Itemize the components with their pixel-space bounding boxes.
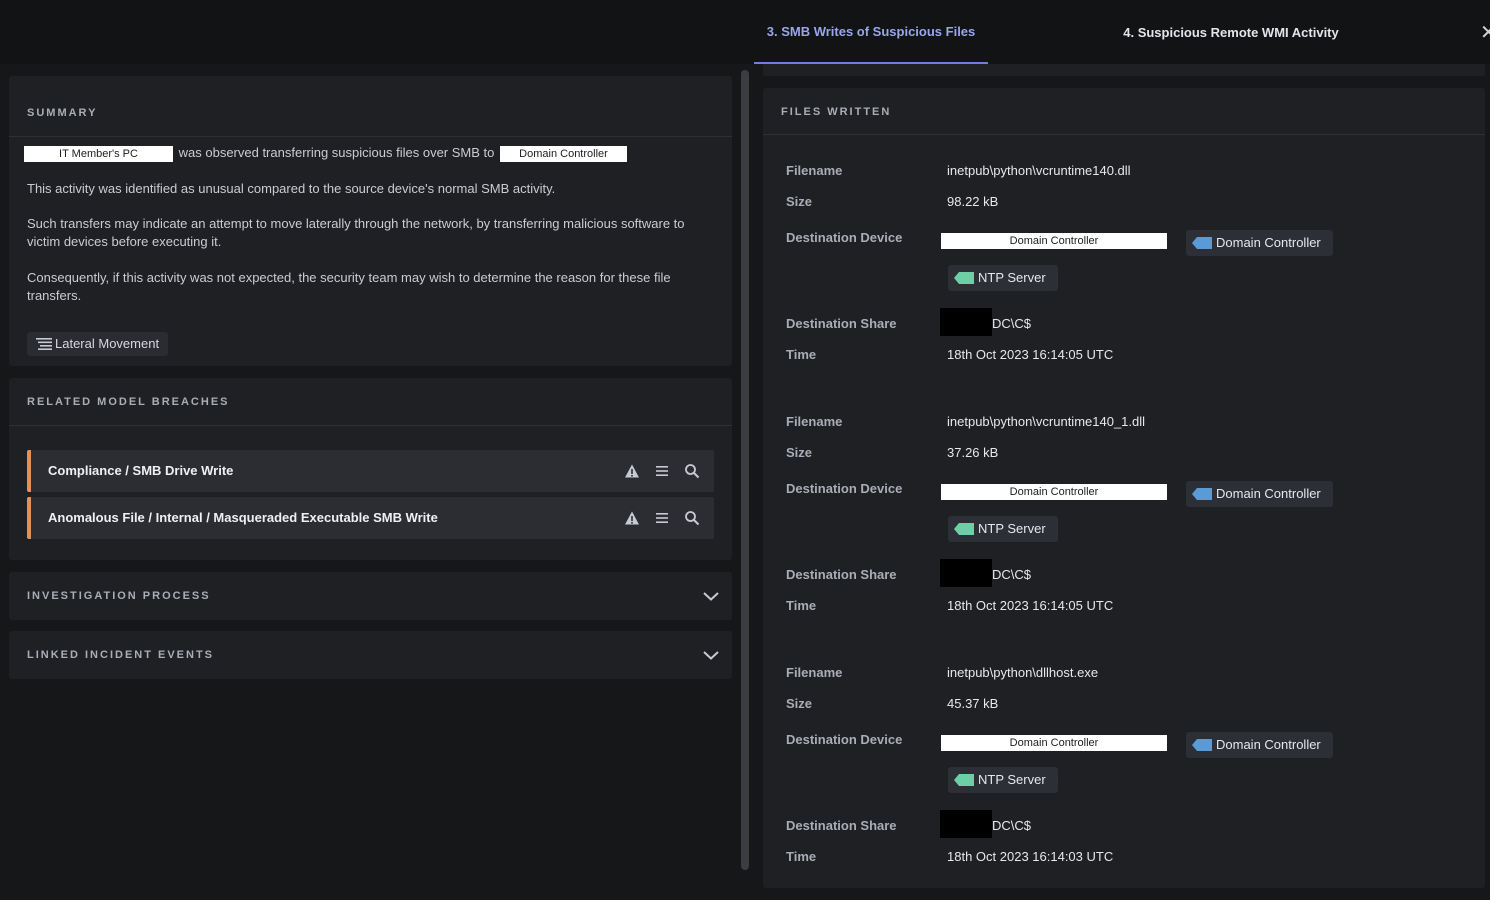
ntp-server-tag[interactable]: NTP Server [948, 767, 1058, 793]
investigation-process-section[interactable]: INVESTIGATION PROCESS [9, 572, 732, 620]
destination-device-label: Destination Device [786, 481, 903, 496]
destination-share-label: Destination Share [786, 567, 897, 582]
device-tag-label: Domain Controller [1216, 235, 1321, 250]
time-value: 18th Oct 2023 16:14:03 UTC [947, 849, 1114, 864]
destination-device-chip[interactable]: Domain Controller [941, 233, 1167, 249]
summary-sentence: IT Member's PC was observed transferring… [24, 145, 724, 163]
summary-paragraph-1: This activity was identified as unusual … [27, 181, 556, 196]
destination-share-value: DC\C$ [992, 818, 1032, 833]
menu-icon[interactable] [654, 463, 670, 479]
ntp-tag-label: NTP Server [978, 521, 1046, 536]
chevron-down-icon[interactable] [702, 649, 720, 661]
filename-label: Filename [786, 414, 843, 429]
time-label: Time [786, 849, 817, 864]
size-value: 98.22 kB [947, 194, 999, 209]
close-icon[interactable]: ✕ [1480, 20, 1490, 45]
chevron-down-icon[interactable] [702, 590, 720, 602]
destination-share-label: Destination Share [786, 316, 897, 331]
warning-icon[interactable] [624, 463, 640, 479]
summary-sentence-text: was observed transferring suspicious fil… [178, 145, 495, 160]
destination-share-value: DC\C$ [992, 316, 1032, 331]
top-tab-bar: 3. SMB Writes of Suspicious Files 4. Sus… [0, 0, 1490, 64]
search-icon[interactable] [684, 463, 700, 479]
filename-label: Filename [786, 163, 843, 178]
ntp-server-tag[interactable]: NTP Server [948, 265, 1058, 291]
destination-device-chip[interactable]: Domain Controller [941, 735, 1167, 751]
files-written-panel: FILES WRITTEN Filename inetpub\python\vc… [763, 88, 1485, 888]
related-breaches-title: RELATED MODEL BREACHES [27, 396, 230, 408]
tag-icon [954, 523, 974, 535]
file-entry: Filename inetpub\python\vcruntime140_1.d… [763, 339, 1485, 629]
destination-device-chip[interactable]: Domain Controller [941, 484, 1167, 500]
breach-row[interactable]: Anomalous File / Internal / Masqueraded … [27, 497, 714, 539]
filename-value: inetpub\python\dllhost.exe [947, 665, 1099, 680]
lateral-movement-tag[interactable]: Lateral Movement [27, 332, 169, 356]
ntp-tag-label: NTP Server [978, 772, 1046, 787]
filename-value: inetpub\python\vcruntime140.dll [947, 163, 1131, 178]
device-tag-label: Domain Controller [1216, 486, 1321, 501]
summary-paragraph-3: Consequently, if this activity was not e… [27, 270, 671, 303]
linked-incident-events-section[interactable]: LINKED INCIDENT EVENTS [9, 631, 732, 679]
redaction-box [940, 308, 992, 336]
tag-icon [1192, 739, 1212, 751]
breach-label: Compliance / SMB Drive Write [48, 463, 234, 478]
summary-paragraph-2: Such transfers may indicate an attempt t… [27, 216, 685, 249]
redaction-box [940, 810, 992, 838]
warning-icon[interactable] [624, 510, 640, 526]
target-device-chip[interactable]: Domain Controller [500, 146, 627, 162]
ntp-server-tag[interactable]: NTP Server [948, 516, 1058, 542]
destination-device-label: Destination Device [786, 230, 903, 245]
investigation-process-title: INVESTIGATION PROCESS [27, 590, 211, 602]
device-tag[interactable]: Domain Controller [1186, 732, 1333, 758]
ntp-tag-label: NTP Server [978, 270, 1046, 285]
tag-icon [954, 272, 974, 284]
breach-row[interactable]: Compliance / SMB Drive Write [27, 450, 714, 492]
search-icon[interactable] [684, 510, 700, 526]
linked-incident-events-title: LINKED INCIDENT EVENTS [27, 649, 215, 661]
size-value: 37.26 kB [947, 445, 999, 460]
source-device-chip[interactable]: IT Member's PC [24, 146, 173, 162]
tab-smb-writes[interactable]: 3. SMB Writes of Suspicious Files [754, 0, 988, 64]
lateral-movement-label: Lateral Movement [55, 336, 160, 351]
filename-label: Filename [786, 665, 843, 680]
divider [9, 425, 732, 426]
device-tag-label: Domain Controller [1216, 737, 1321, 752]
tag-icon [954, 774, 974, 786]
list-icon [36, 338, 52, 350]
tag-icon [1192, 488, 1212, 500]
tag-icon [1192, 237, 1212, 249]
filename-value: inetpub\python\vcruntime140_1.dll [947, 414, 1146, 429]
left-column: SUMMARY IT Member's PC was observed tran… [0, 64, 740, 900]
summary-panel: SUMMARY IT Member's PC was observed tran… [9, 76, 732, 366]
previous-panel-edge [763, 64, 1485, 76]
file-entry: Filename inetpub\python\vcruntime140.dll… [763, 88, 1485, 378]
size-label: Size [786, 194, 813, 209]
tab-remote-wmi[interactable]: 4. Suspicious Remote WMI Activity [1098, 0, 1364, 64]
breach-label: Anomalous File / Internal / Masqueraded … [48, 510, 438, 525]
device-tag[interactable]: Domain Controller [1186, 230, 1333, 256]
summary-title: SUMMARY [27, 107, 98, 119]
device-tag[interactable]: Domain Controller [1186, 481, 1333, 507]
redaction-box [940, 559, 992, 587]
divider [9, 136, 732, 137]
file-entry: Filename inetpub\python\dllhost.exe Size… [763, 590, 1485, 880]
related-breaches-panel: RELATED MODEL BREACHES Compliance / SMB … [9, 378, 732, 560]
menu-icon[interactable] [654, 510, 670, 526]
scrollbar-thumb[interactable] [741, 70, 749, 870]
destination-device-label: Destination Device [786, 732, 903, 747]
size-label: Size [786, 696, 813, 711]
destination-share-label: Destination Share [786, 818, 897, 833]
size-value: 45.37 kB [947, 696, 999, 711]
destination-share-value: DC\C$ [992, 567, 1032, 582]
size-label: Size [786, 445, 813, 460]
